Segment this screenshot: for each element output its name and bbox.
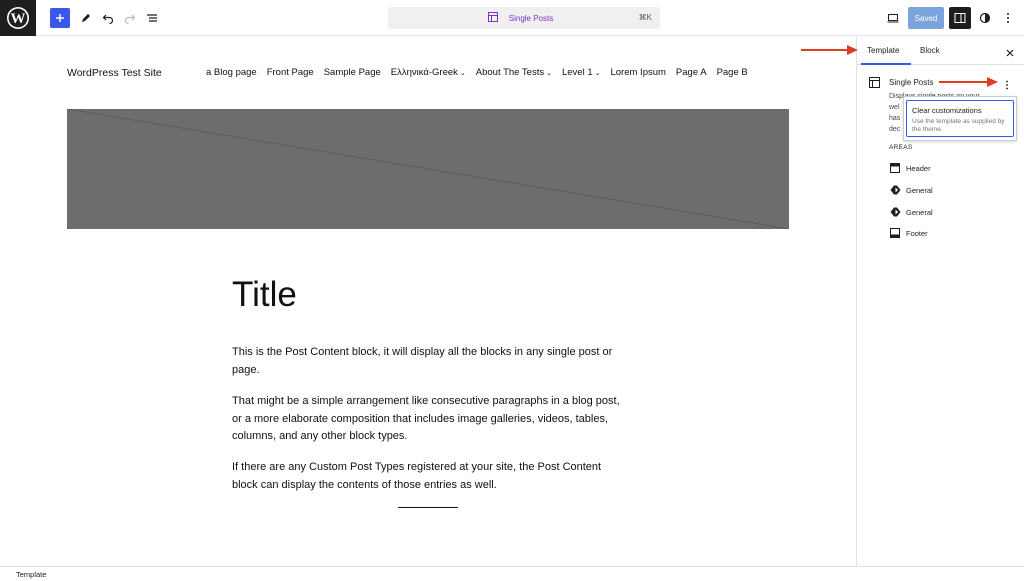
menu-item-label: Clear customizations: [912, 106, 982, 115]
editor-toolbar: W Single Posts ⌘K Saved: [0, 0, 1024, 36]
site-navigation: a Blog page Front Page Sample Page Ελληνικά…: [206, 67, 758, 78]
command-palette-bar[interactable]: Single Posts ⌘K: [388, 7, 660, 29]
nav-item-label: Sample Page: [323, 67, 381, 78]
tab-template[interactable]: Template: [867, 46, 899, 55]
editor-canvas: WordPress Test Site a Blog page Front Pag…: [0, 37, 856, 566]
clear-customizations-menu-item[interactable]: Clear customizations Use the template as…: [906, 100, 1014, 137]
area-label: Footer: [906, 229, 928, 238]
plus-icon: [56, 14, 64, 22]
device-preview-button[interactable]: [883, 8, 903, 28]
post-content-paragraph[interactable]: If there are any Custom Post Types regis…: [232, 459, 622, 494]
styles-button[interactable]: [975, 8, 995, 28]
redo-button[interactable]: [120, 8, 140, 28]
post-content-paragraph[interactable]: This is the Post Content block, it will …: [232, 344, 622, 379]
nav-item[interactable]: Page A: [676, 67, 707, 78]
area-item-general[interactable]: General: [889, 205, 1009, 219]
post-title[interactable]: Title: [232, 275, 297, 315]
nav-item-label: Level 1: [561, 67, 593, 78]
settings-toggle-button[interactable]: [949, 7, 971, 29]
area-label: General: [906, 186, 933, 195]
area-item-header[interactable]: Header: [889, 161, 1009, 175]
saved-button[interactable]: Saved: [908, 7, 944, 29]
site-title[interactable]: WordPress Test Site: [67, 67, 162, 79]
nav-item-label: Lorem Ipsum: [610, 67, 666, 78]
list-view-button[interactable]: [142, 8, 162, 28]
template-name: Single Posts: [889, 78, 934, 87]
undo-icon: [102, 14, 114, 24]
header-icon: [890, 163, 900, 173]
area-item-footer[interactable]: Footer: [889, 226, 1009, 240]
more-vertical-icon: [1006, 80, 1008, 90]
wordpress-logo-button[interactable]: W: [0, 0, 36, 36]
active-tab-indicator: [861, 63, 911, 65]
chevron-down-icon: ⌄: [546, 70, 552, 77]
nav-item-label: Ελληνικά-Greek: [390, 67, 458, 78]
nav-item-label: Front Page: [266, 67, 314, 78]
options-button[interactable]: [998, 8, 1018, 28]
placeholder-diagonal: [67, 109, 789, 229]
areas-heading: AREAS: [889, 144, 913, 151]
settings-sidebar: Template Block Single Posts Displays sin…: [856, 37, 1024, 566]
editor-footer: Template: [0, 566, 1024, 581]
undo-button[interactable]: [98, 8, 118, 28]
nav-item-label: a Blog page: [206, 67, 257, 78]
area-label: General: [906, 208, 933, 217]
breadcrumb[interactable]: Template: [16, 570, 46, 579]
menu-item-help: Use the template as supplied by the them…: [912, 118, 1005, 133]
separator-block[interactable]: [398, 507, 458, 508]
layout-icon: [869, 77, 880, 88]
pencil-icon: [82, 14, 90, 22]
area-item-general[interactable]: General: [889, 183, 1009, 197]
nav-item[interactable]: Lorem Ipsum: [610, 67, 665, 78]
close-sidebar-button[interactable]: [1005, 45, 1015, 63]
wordpress-icon: W: [7, 7, 29, 29]
nav-item[interactable]: Front Page: [267, 67, 314, 78]
tab-block[interactable]: Block: [920, 46, 940, 55]
svg-text:W: W: [11, 11, 26, 27]
nav-item[interactable]: Level 1 ⌄: [562, 67, 601, 78]
tools-button[interactable]: [76, 8, 96, 28]
contrast-icon: [979, 12, 991, 24]
sidebar-icon: [954, 13, 966, 23]
nav-item-label: About The Tests: [475, 67, 545, 78]
annotation-arrow-actions: [939, 77, 998, 87]
redo-icon: [124, 14, 136, 24]
add-block-button[interactable]: [50, 8, 70, 28]
close-icon: [1006, 49, 1014, 57]
template-actions-button[interactable]: [1005, 77, 1009, 95]
nav-item[interactable]: Page B: [717, 67, 748, 78]
nav-item[interactable]: About The Tests ⌄: [476, 67, 552, 78]
nav-item-label: Page B: [716, 67, 748, 78]
nav-item-label: Page A: [675, 67, 707, 78]
footer-icon: [890, 228, 900, 238]
sidebar-tabs: Template Block: [857, 37, 1024, 65]
desktop-icon: [887, 14, 899, 23]
nav-item[interactable]: Ελληνικά-Greek ⌄: [391, 67, 466, 78]
annotation-arrow-template-tab: [801, 45, 858, 55]
list-view-icon: [147, 14, 157, 22]
more-vertical-icon: [1007, 13, 1009, 23]
template-part-icon: [890, 207, 901, 217]
featured-image-placeholder[interactable]: [67, 109, 789, 229]
chevron-down-icon: ⌄: [594, 70, 601, 77]
layout-icon: [488, 12, 498, 22]
chevron-down-icon: ⌄: [459, 70, 466, 77]
nav-item[interactable]: Sample Page: [324, 67, 381, 78]
command-title: Single Posts: [508, 13, 554, 23]
area-label: Header: [906, 164, 931, 173]
command-shortcut: ⌘K: [638, 13, 652, 22]
template-actions-dropdown: Clear customizations Use the template as…: [903, 96, 1017, 141]
template-part-icon: [890, 185, 901, 195]
post-content-paragraph[interactable]: That might be a simple arrangement like …: [232, 393, 622, 446]
nav-item[interactable]: a Blog page: [206, 67, 257, 78]
